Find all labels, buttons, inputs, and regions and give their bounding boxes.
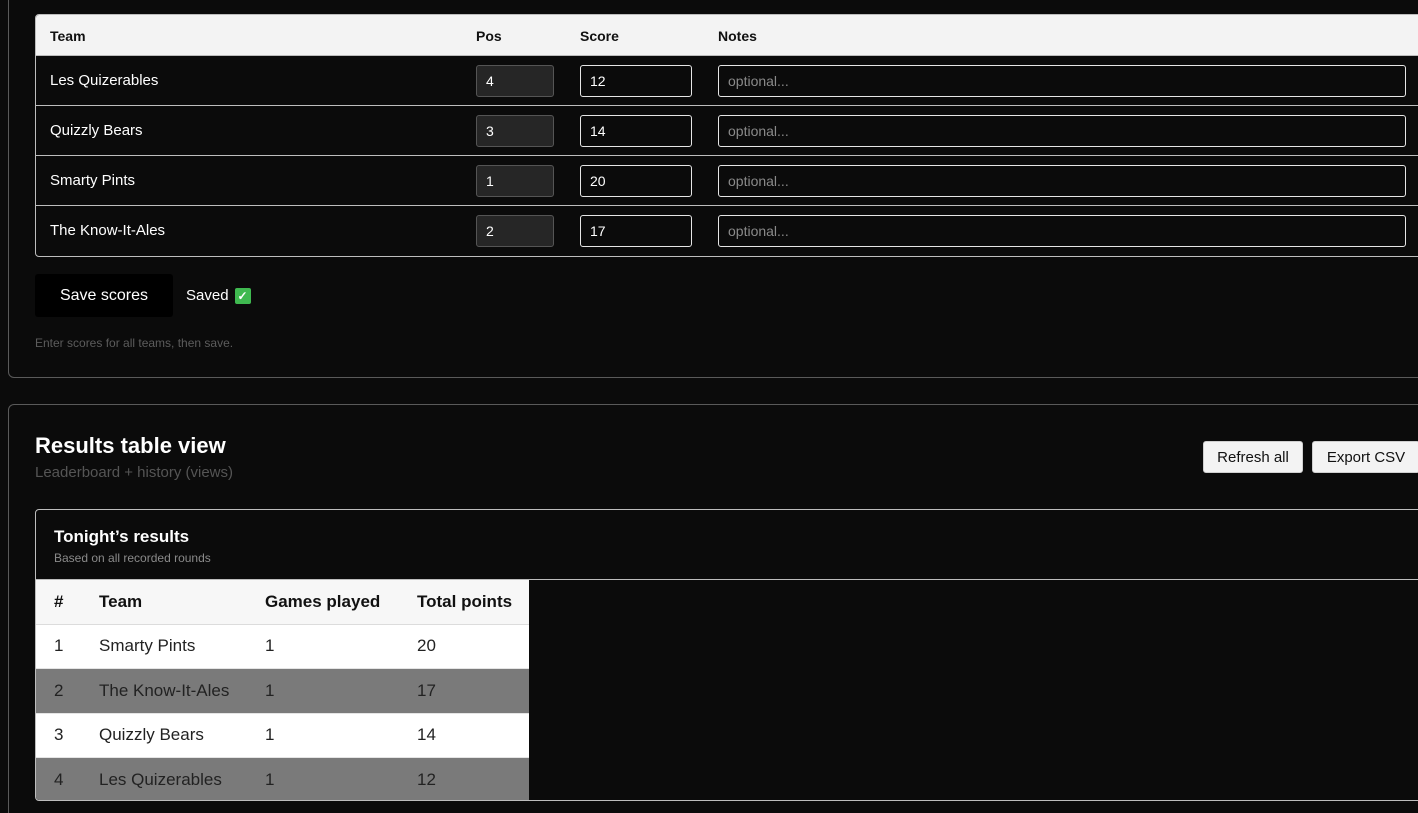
games-cell: 1 (265, 713, 417, 758)
team-name: Quizzly Bears (50, 122, 143, 139)
saved-status: Saved ✓ (186, 287, 251, 304)
header-total-points: Total points (417, 580, 529, 625)
entry-hint: Enter scores for all teams, then save. (35, 336, 234, 350)
games-cell: 1 (265, 624, 417, 669)
export-csv-button[interactable]: Export CSV (1312, 441, 1418, 473)
team-cell: Les Quizerables (99, 757, 265, 800)
points-cell: 12 (417, 757, 529, 800)
team-name: The Know-It-Ales (50, 222, 166, 239)
rank-cell: 4 (36, 757, 99, 800)
score-entry-header: Team Pos Score Notes (36, 15, 1418, 56)
refresh-all-button[interactable]: Refresh all (1203, 441, 1303, 473)
team-cell: Smarty Pints (99, 624, 265, 669)
team-cell: The Know-It-Ales (99, 668, 265, 714)
pos-input[interactable] (476, 65, 554, 97)
header-notes: Notes (718, 28, 757, 44)
games-cell: 1 (265, 757, 417, 800)
leaderboard-table: # Team Games played Total points 1 Smart… (36, 580, 529, 800)
notes-input[interactable] (718, 165, 1406, 197)
leaderboard-header-row: # Team Games played Total points (36, 580, 529, 625)
rank-cell: 1 (36, 624, 99, 669)
points-cell: 17 (417, 668, 529, 714)
header-team: Team (99, 580, 265, 625)
tonights-results-title: Tonight’s results (54, 527, 190, 546)
check-icon: ✓ (234, 287, 251, 304)
header-team: Team (50, 28, 86, 44)
notes-input[interactable] (718, 115, 1406, 147)
table-row: 2 The Know-It-Ales 1 17 (36, 668, 529, 714)
score-entry-table: Team Pos Score Notes Les Quizerables Qui… (35, 14, 1418, 257)
score-entry-row: Quizzly Bears (36, 106, 1418, 156)
notes-input[interactable] (718, 215, 1406, 247)
table-row: 4 Les Quizerables 1 12 (36, 757, 529, 800)
pos-input[interactable] (476, 115, 554, 147)
score-entry-row: The Know-It-Ales (36, 206, 1418, 256)
score-input[interactable] (580, 165, 692, 197)
header-score: Score (580, 28, 619, 44)
team-cell: Quizzly Bears (99, 713, 265, 758)
points-cell: 20 (417, 624, 529, 669)
team-name: Les Quizerables (50, 72, 159, 89)
games-cell: 1 (265, 668, 417, 714)
score-entry-row: Smarty Pints (36, 156, 1418, 206)
table-row: 1 Smarty Pints 1 20 (36, 624, 529, 669)
saved-label: Saved (186, 287, 229, 304)
points-cell: 14 (417, 713, 529, 758)
rank-cell: 3 (36, 713, 99, 758)
pos-input[interactable] (476, 215, 554, 247)
team-name: Smarty Pints (50, 172, 136, 189)
score-input[interactable] (580, 115, 692, 147)
table-row: 3 Quizzly Bears 1 14 (36, 713, 529, 758)
results-title: Results table view (35, 433, 226, 458)
tonights-results-subtitle: Based on all recorded rounds (54, 551, 211, 565)
results-subtitle: Leaderboard + history (views) (35, 464, 234, 481)
tonights-results-panel: Tonight’s results Based on all recorded … (35, 509, 1418, 801)
pos-input[interactable] (476, 165, 554, 197)
score-input[interactable] (580, 65, 692, 97)
notes-input[interactable] (718, 65, 1406, 97)
rank-cell: 2 (36, 668, 99, 714)
save-scores-button[interactable]: Save scores (35, 274, 173, 317)
header-pos: Pos (476, 28, 502, 44)
score-entry-row: Les Quizerables (36, 56, 1418, 106)
header-games-played: Games played (265, 580, 417, 625)
header-rank: # (36, 580, 99, 625)
score-input[interactable] (580, 215, 692, 247)
